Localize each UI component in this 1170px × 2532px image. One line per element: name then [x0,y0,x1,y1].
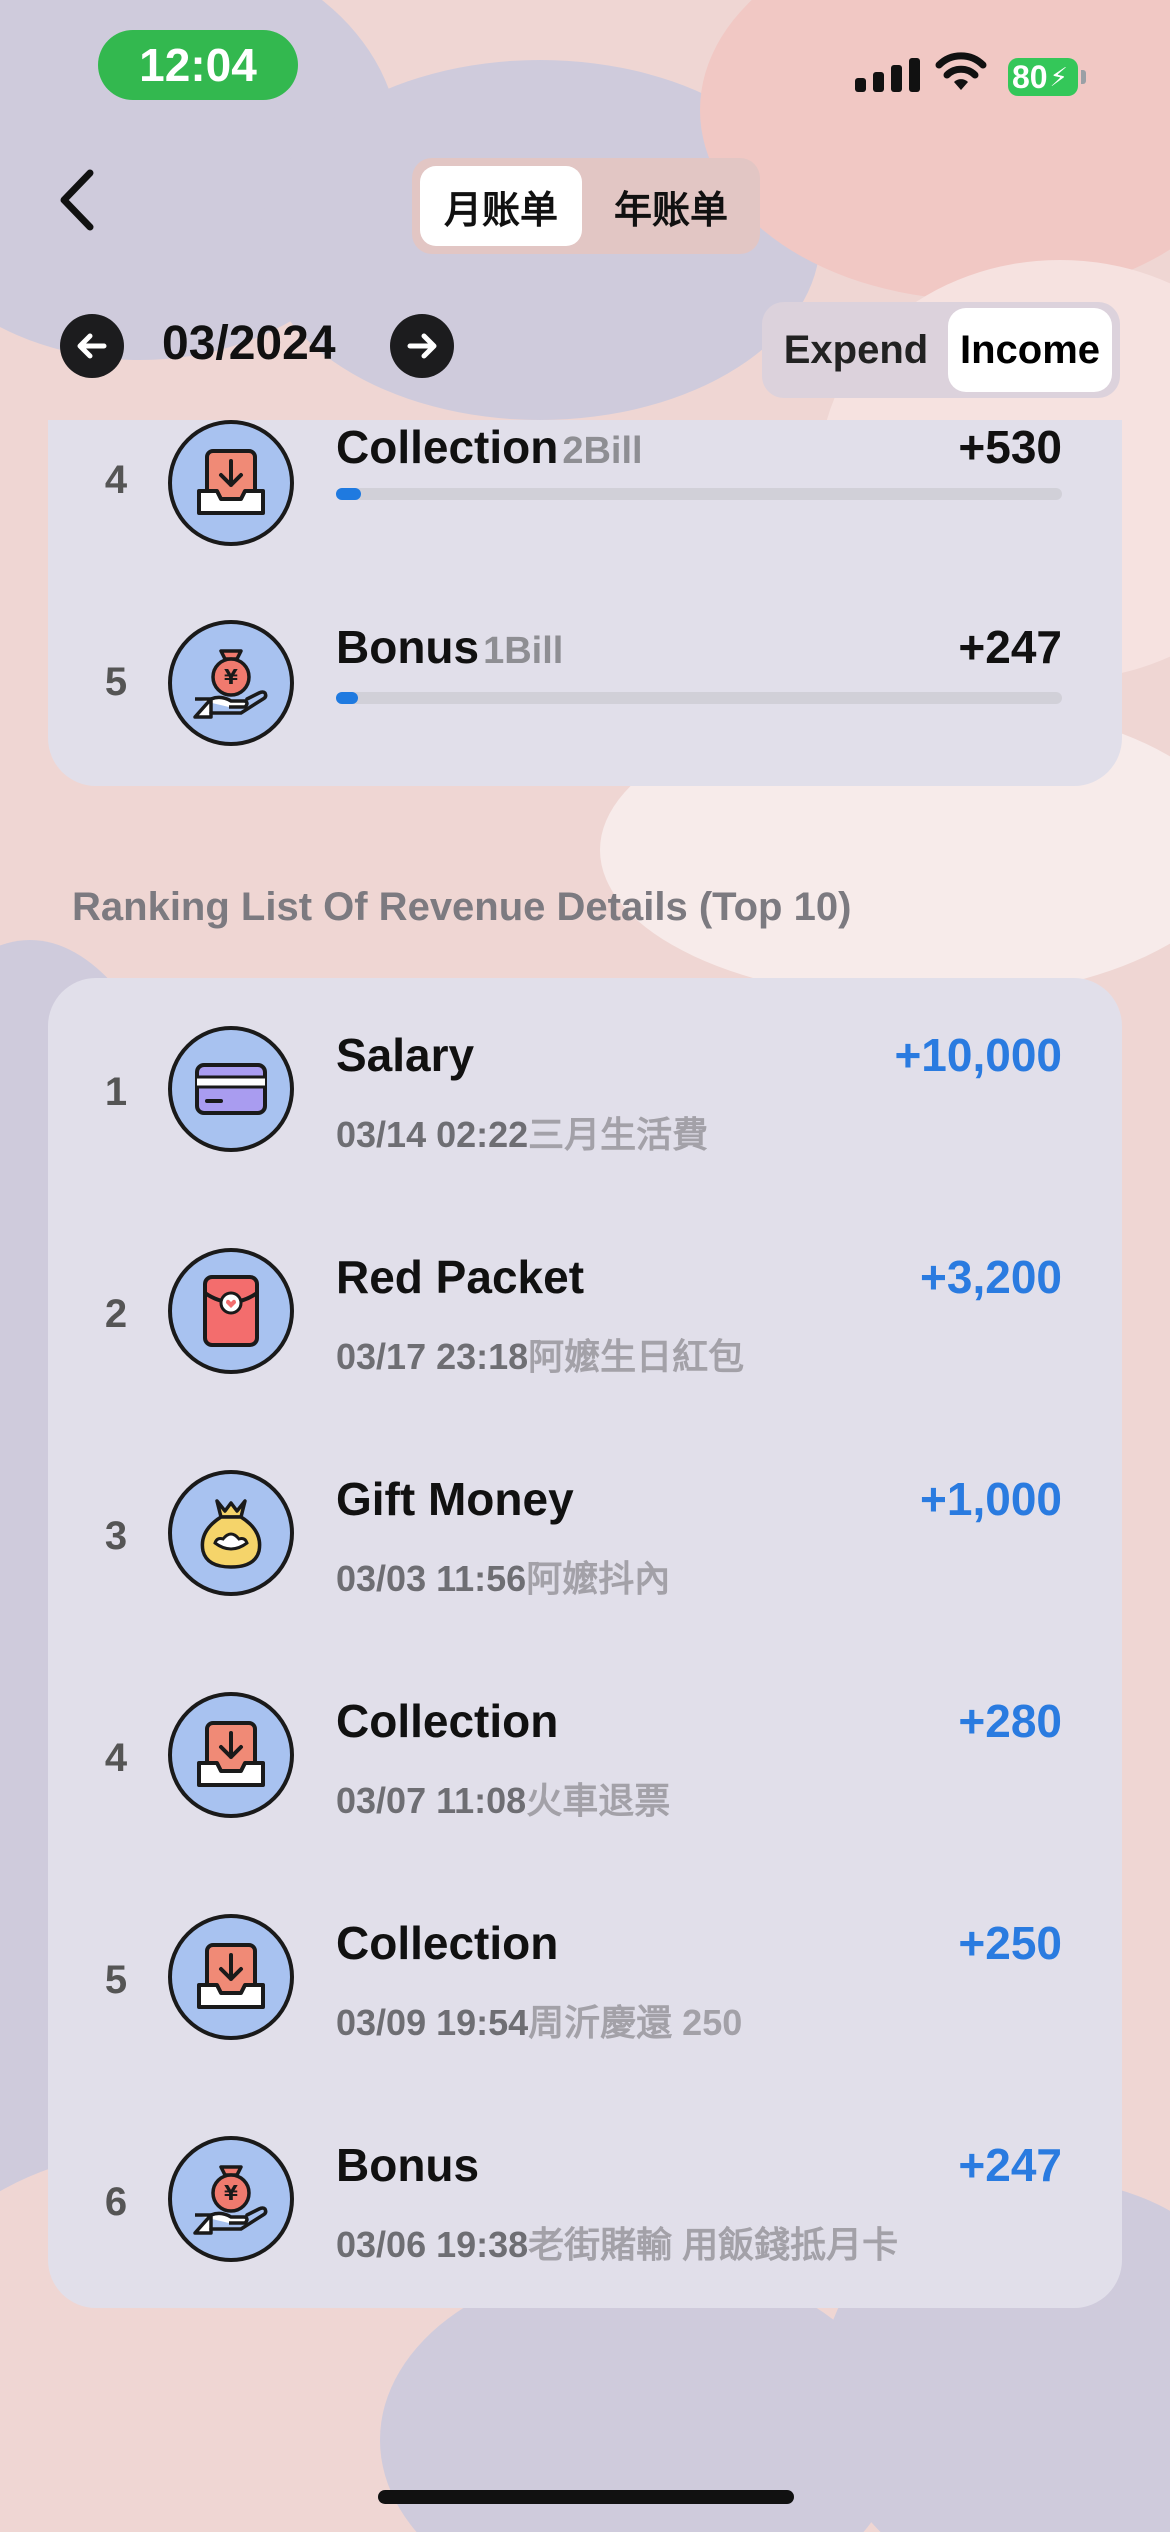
item-rank: 4 [104,1736,128,1780]
back-chevron-icon[interactable] [52,165,102,235]
item-note: 三月生活費 [528,1114,709,1155]
category-bill-count: 1Bill [483,630,564,672]
item-datetime: 03/07 11:08 [336,1780,527,1821]
category-share-fill [336,692,358,704]
tab-income[interactable]: Income [948,308,1112,392]
item-title: Collection [336,1917,559,1969]
tab-monthly-bill[interactable]: 月账单 [420,166,582,246]
tab-yearly-bill[interactable]: 年账单 [590,166,752,246]
category-share-bar [336,692,1062,704]
item-meta: 03/17 23:18阿嬤生日紅包 [336,1328,744,1380]
item-note: 周沂慶還 250 [528,2002,743,2043]
item-meta: 03/03 11:56阿嬤抖內 [336,1550,670,1602]
item-note: 阿嬤生日紅包 [528,1336,745,1377]
category-name: Collection [336,421,559,473]
item-meta: 03/06 19:38老街賭輸 用飯錢抵月卡 [336,2216,898,2268]
category-ranking-card: 4 Collection 2Bill +530 5 ¥ Bonus 1Bill +2… [48,420,1122,786]
item-datetime: 03/06 19:38 [336,2224,529,2265]
item-meta: 03/09 19:54周沂慶還 250 [336,1994,742,2046]
bill-period-segmented-control: 月账单 年账单 [412,158,760,254]
cellular-signal-icon [855,58,920,92]
item-rank: 6 [104,2180,128,2224]
item-title: Salary [336,1029,475,1081]
money-bag-hand-icon: ¥ [168,620,294,746]
item-title: Red Packet [336,1251,585,1303]
inbox-download-icon [168,420,294,546]
item-rank: 5 [104,1958,128,2002]
money-bag-hand-icon: ¥ [168,2136,294,2262]
red-envelope-icon [168,1248,294,1374]
item-title: Bonus [336,2139,480,2191]
gift-money-bag-icon [168,1470,294,1596]
item-amount: +280 [958,1695,1062,1747]
item-amount: +3,200 [920,1251,1062,1303]
item-amount: +250 [958,1917,1062,1969]
item-amount: +247 [958,2139,1062,2191]
category-row-bonus[interactable]: Bonus 1Bill [336,620,563,674]
item-note: 老街賭輸 用飯錢抵月卡 [528,2224,899,2265]
category-rank: 4 [104,458,128,502]
item-title: Gift Money [336,1473,574,1525]
status-time: 12:04 [98,30,298,100]
category-bill-count: 2Bill [562,430,643,472]
item-datetime: 03/17 23:18 [336,1336,529,1377]
svg-text:¥: ¥ [224,2181,238,2205]
category-rank: 5 [104,660,128,704]
next-month-button[interactable] [390,314,454,378]
item-note: 火車退票 [526,1780,671,1821]
category-row-collection[interactable]: Collection 2Bill [336,420,643,474]
item-meta: 03/14 02:22三月生活費 [336,1106,708,1158]
previous-month-button[interactable] [60,314,124,378]
category-share-fill [336,488,362,500]
home-indicator[interactable] [378,2490,794,2504]
tab-expend[interactable]: Expend [770,308,942,392]
category-amount: +530 [958,421,1062,473]
category-share-bar [336,488,1062,500]
item-datetime: 03/14 02:22 [336,1114,529,1155]
inbox-download-icon [168,1914,294,2040]
item-rank: 1 [104,1070,128,1114]
item-rank: 2 [104,1292,128,1336]
inbox-download-icon [168,1692,294,1818]
item-note: 阿嬤抖內 [526,1558,671,1599]
item-amount: +1,000 [920,1473,1062,1525]
battery-level: 80 [1012,58,1048,95]
item-meta: 03/07 11:08火車退票 [336,1772,670,1824]
arrow-right-icon [407,333,437,359]
arrow-left-icon [77,333,107,359]
svg-text:¥: ¥ [224,665,238,689]
item-title: Collection [336,1695,559,1747]
section-title-revenue-ranking: Ranking List Of Revenue Details (Top 10) [72,885,852,929]
battery-icon: 80 ⚡ [1008,58,1086,96]
wifi-icon [935,52,987,90]
credit-card-icon [168,1026,294,1152]
revenue-details-card: 1 Salary 03/14 02:22三月生活費 +10,000 2 Red … [48,978,1122,2308]
expend-income-toggle: Expend Income [762,302,1120,398]
item-datetime: 03/09 19:54 [336,2002,529,2043]
category-amount: +247 [958,621,1062,673]
item-amount: +10,000 [894,1029,1062,1081]
current-month: 03/2024 [162,317,336,370]
category-name: Bonus [336,621,480,673]
item-datetime: 03/03 11:56 [336,1558,527,1599]
item-rank: 3 [104,1514,128,1558]
